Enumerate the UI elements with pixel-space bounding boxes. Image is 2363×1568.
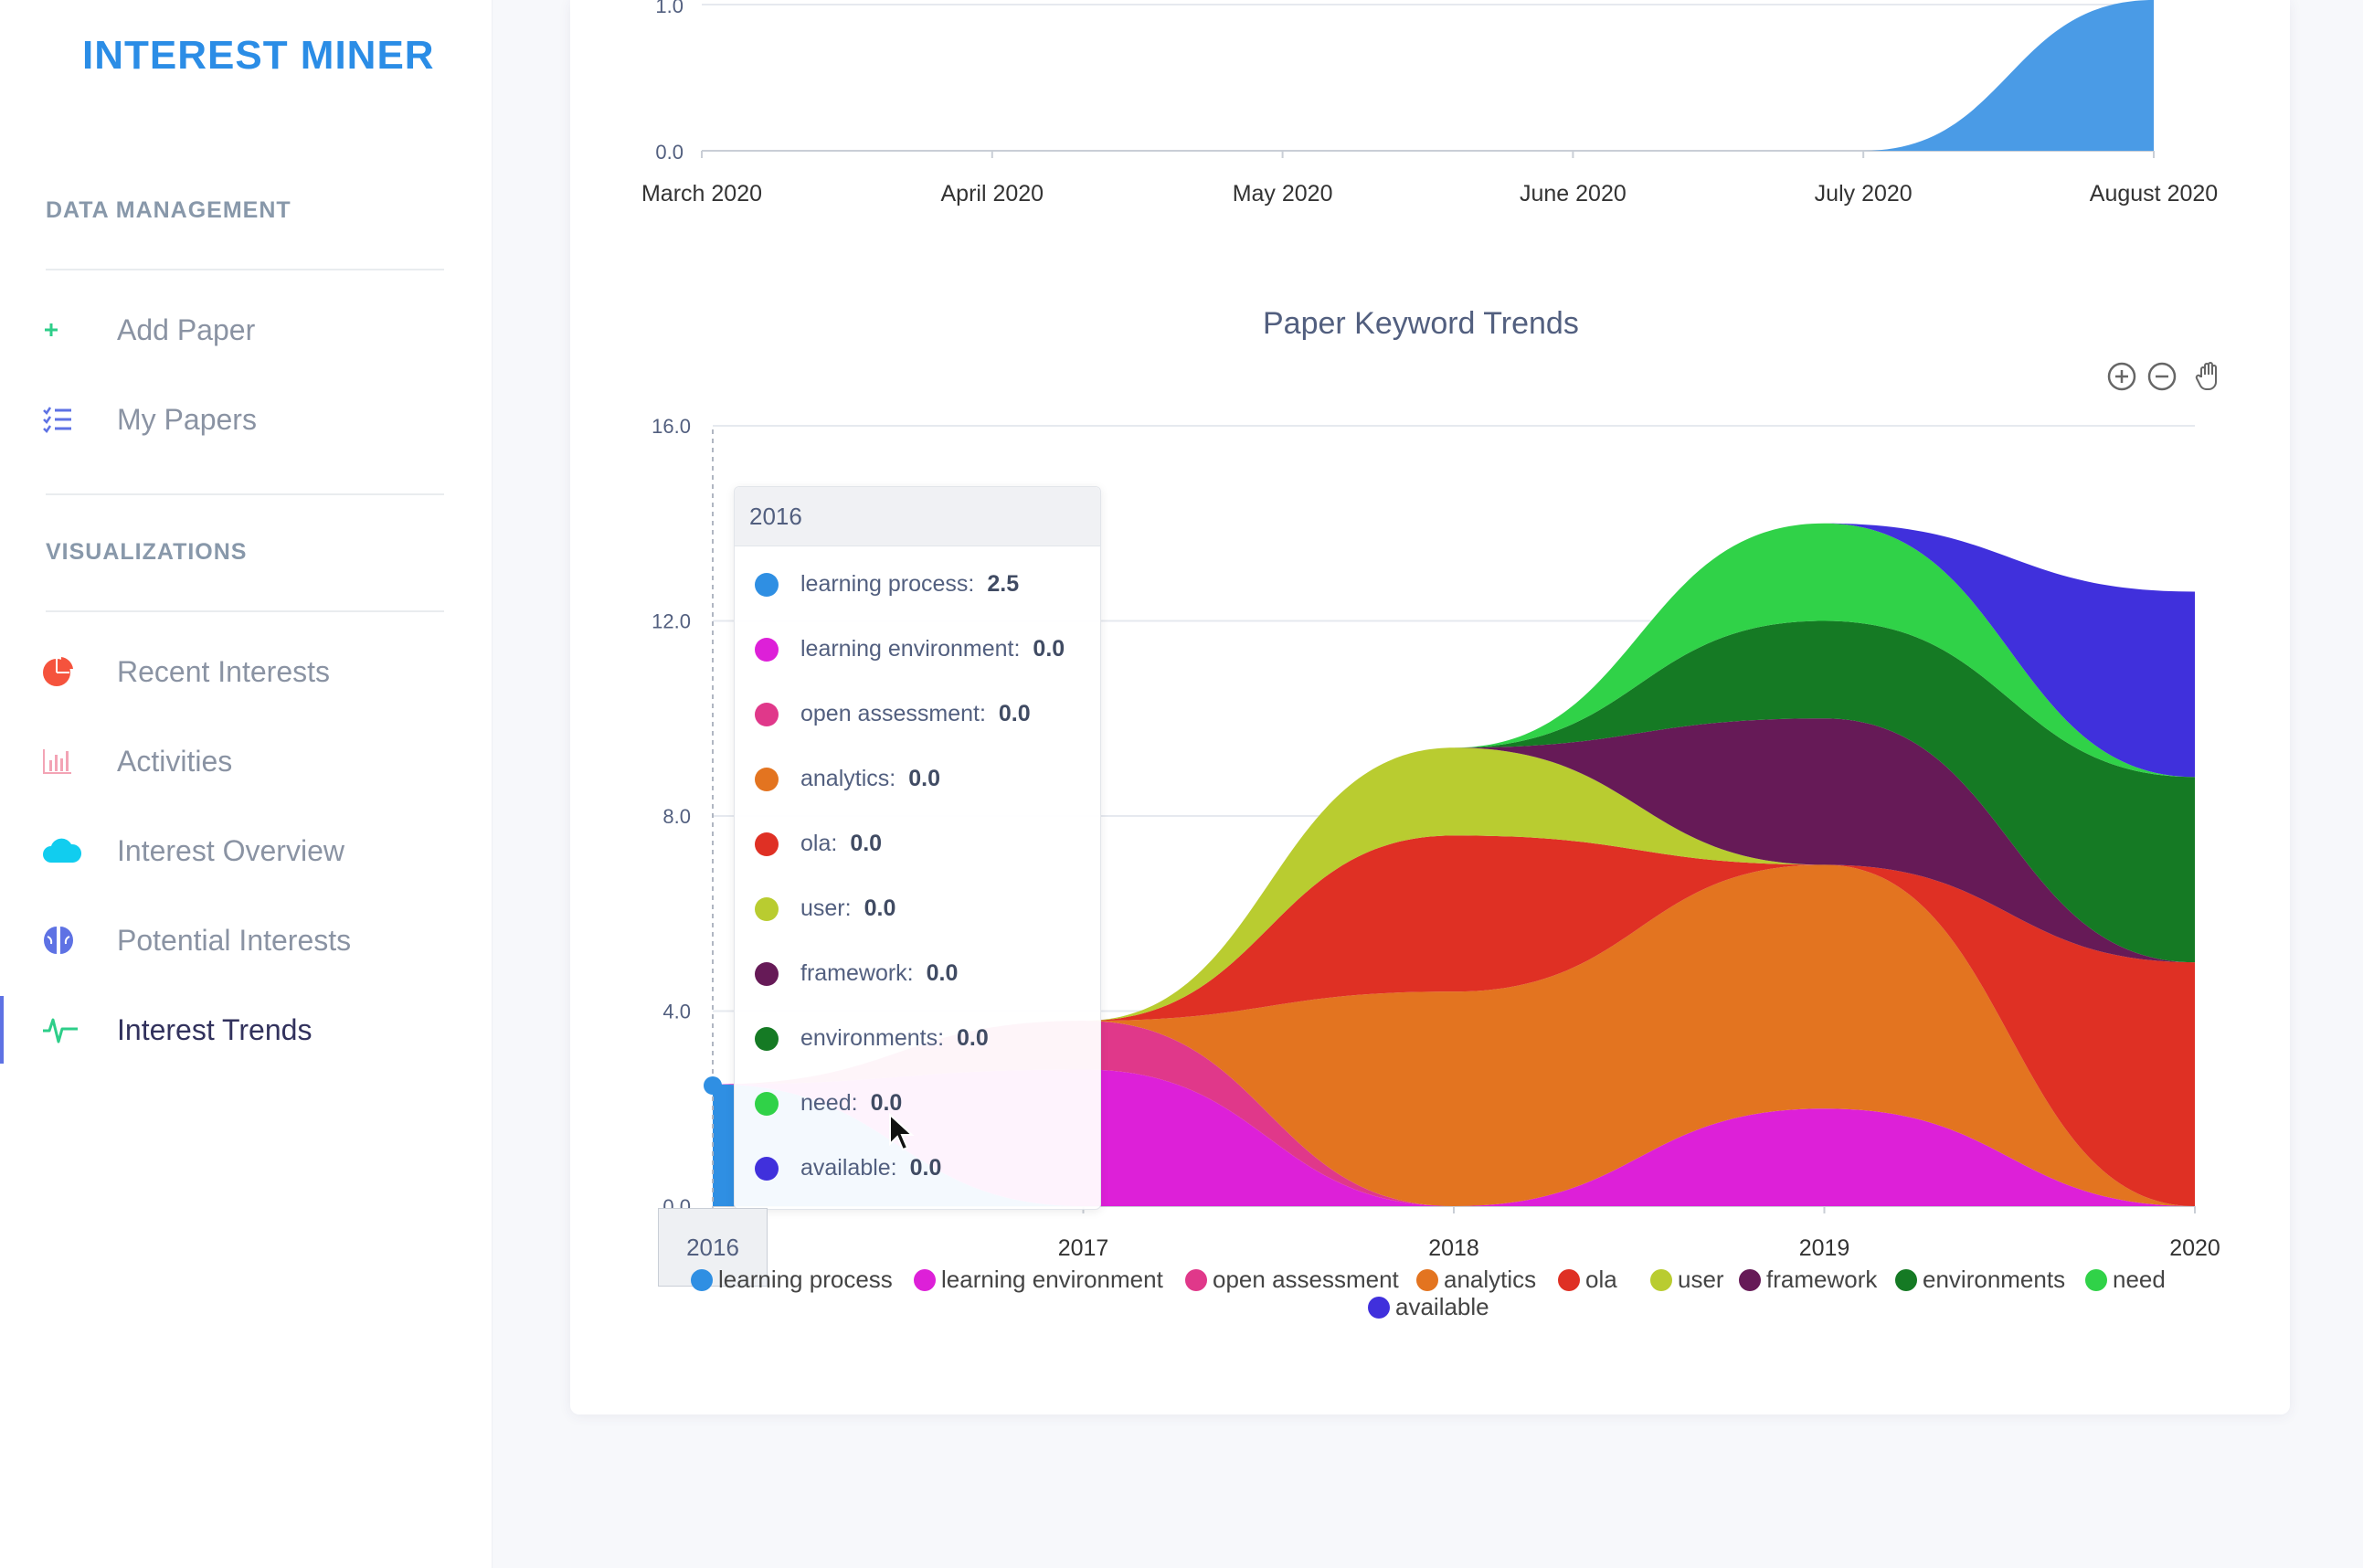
legend-dot — [1416, 1268, 1438, 1291]
tooltip-series-value: 0.0 — [926, 960, 959, 986]
legend-item-available[interactable]: available — [1368, 1293, 1489, 1321]
y-tick-label: 4.0 — [662, 1001, 691, 1023]
tooltip-series-value: 0.0 — [864, 895, 896, 921]
tooltip-series-value: 0.0 — [909, 1155, 942, 1181]
tooltip-row: learning environment: 0.0 — [755, 636, 1065, 662]
tooltip-row: analytics: 0.0 — [755, 766, 940, 792]
tooltip-series-label: need: — [800, 1090, 858, 1116]
x-tick-label: 2018 — [1428, 1235, 1479, 1261]
tooltip-series-label: environments: — [800, 1025, 945, 1051]
tooltip-series-label: framework: — [800, 960, 914, 986]
legend-dot — [1185, 1268, 1207, 1291]
tooltip-row: learning process: 2.5 — [755, 571, 1019, 598]
chart-tooltip: 2016 learning process: 2.5 learning enviro… — [734, 486, 1101, 1210]
series-color-dot — [755, 1026, 779, 1051]
y-tick-label: 12.0 — [652, 610, 691, 633]
legend-label: available — [1395, 1293, 1489, 1320]
series-color-dot — [755, 767, 779, 791]
legend-dot — [914, 1268, 936, 1291]
mouse-cursor-icon — [889, 1113, 915, 1151]
tooltip-row: available: 0.0 — [755, 1155, 941, 1181]
series-color-dot — [755, 1156, 779, 1181]
tooltip-series-label: available: — [800, 1155, 897, 1181]
keyword-stacked-area-chart: 16.0 12.0 8.0 4.0 0.0 2017 2018 2019 2020 — [652, 415, 2220, 1261]
hover-point[interactable] — [704, 1076, 722, 1095]
series-color-dot — [755, 1091, 779, 1116]
series-color-dot — [755, 637, 779, 662]
y-tick-label: 16.0 — [652, 415, 691, 438]
legend-item-framework[interactable]: framework — [1739, 1266, 1877, 1294]
legend-label: user — [1678, 1266, 1724, 1293]
tooltip-series-label: user: — [800, 895, 852, 921]
tooltip-row: user: 0.0 — [755, 895, 895, 922]
legend-dot — [691, 1268, 713, 1291]
tooltip-series-value: 0.0 — [957, 1025, 989, 1051]
tooltip-series-value: 0.0 — [998, 701, 1031, 726]
tooltip-row: environments: 0.0 — [755, 1025, 989, 1052]
legend-dot — [1895, 1268, 1917, 1291]
legend-item-learning-process[interactable]: learning process — [691, 1266, 893, 1294]
legend-label: analytics — [1444, 1266, 1537, 1293]
legend-dot — [1739, 1268, 1761, 1291]
tooltip-series-value: 0.0 — [908, 766, 940, 791]
legend-dot — [2085, 1268, 2107, 1291]
legend-label: learning process — [718, 1266, 893, 1293]
tooltip-series-value: 0.0 — [850, 831, 883, 856]
legend-item-ola[interactable]: ola — [1558, 1266, 1617, 1294]
tooltip-series-label: open assessment: — [800, 701, 986, 726]
legend-item-open-assessment[interactable]: open assessment — [1185, 1266, 1399, 1294]
tooltip-row: framework: 0.0 — [755, 960, 958, 987]
legend-label: learning environment — [941, 1266, 1163, 1293]
tooltip-series-label: analytics: — [800, 766, 896, 791]
series-color-dot — [755, 572, 779, 597]
tooltip-row: need: 0.0 — [755, 1090, 902, 1117]
x-tick-label: 2020 — [2169, 1235, 2220, 1261]
legend-item-environments[interactable]: environments — [1895, 1266, 2065, 1294]
tooltip-series-value: 0.0 — [1033, 636, 1065, 662]
legend-label: open assessment — [1213, 1266, 1399, 1293]
legend-dot — [1650, 1268, 1672, 1291]
tooltip-series-label: learning environment: — [800, 636, 1021, 662]
tooltip-row: ola: 0.0 — [755, 831, 882, 857]
tooltip-header: 2016 — [735, 487, 1100, 546]
tooltip-series-value: 2.5 — [987, 571, 1020, 597]
legend-label: environments — [1923, 1266, 2066, 1293]
series-color-dot — [755, 702, 779, 726]
tooltip-series-label: ola: — [800, 831, 838, 856]
legend-item-learning-environment[interactable]: learning environment — [914, 1266, 1163, 1294]
y-tick-label: 8.0 — [662, 805, 691, 828]
legend-label: framework — [1766, 1266, 1878, 1293]
legend-dot — [1558, 1268, 1580, 1291]
series-color-dot — [755, 832, 779, 856]
series-color-dot — [755, 896, 779, 921]
legend-dot — [1368, 1296, 1390, 1319]
series-color-dot — [755, 961, 779, 986]
legend-label: ola — [1585, 1266, 1617, 1293]
legend-item-need[interactable]: need — [2085, 1266, 2166, 1294]
x-tick-label: 2017 — [1058, 1235, 1109, 1261]
tooltip-series-label: learning process: — [800, 571, 975, 597]
tooltip-row: open assessment: 0.0 — [755, 701, 1031, 727]
legend-item-analytics[interactable]: analytics — [1416, 1266, 1536, 1294]
legend-item-user[interactable]: user — [1650, 1266, 1724, 1294]
legend-label: need — [2113, 1266, 2166, 1293]
x-tick-label: 2019 — [1799, 1235, 1850, 1261]
